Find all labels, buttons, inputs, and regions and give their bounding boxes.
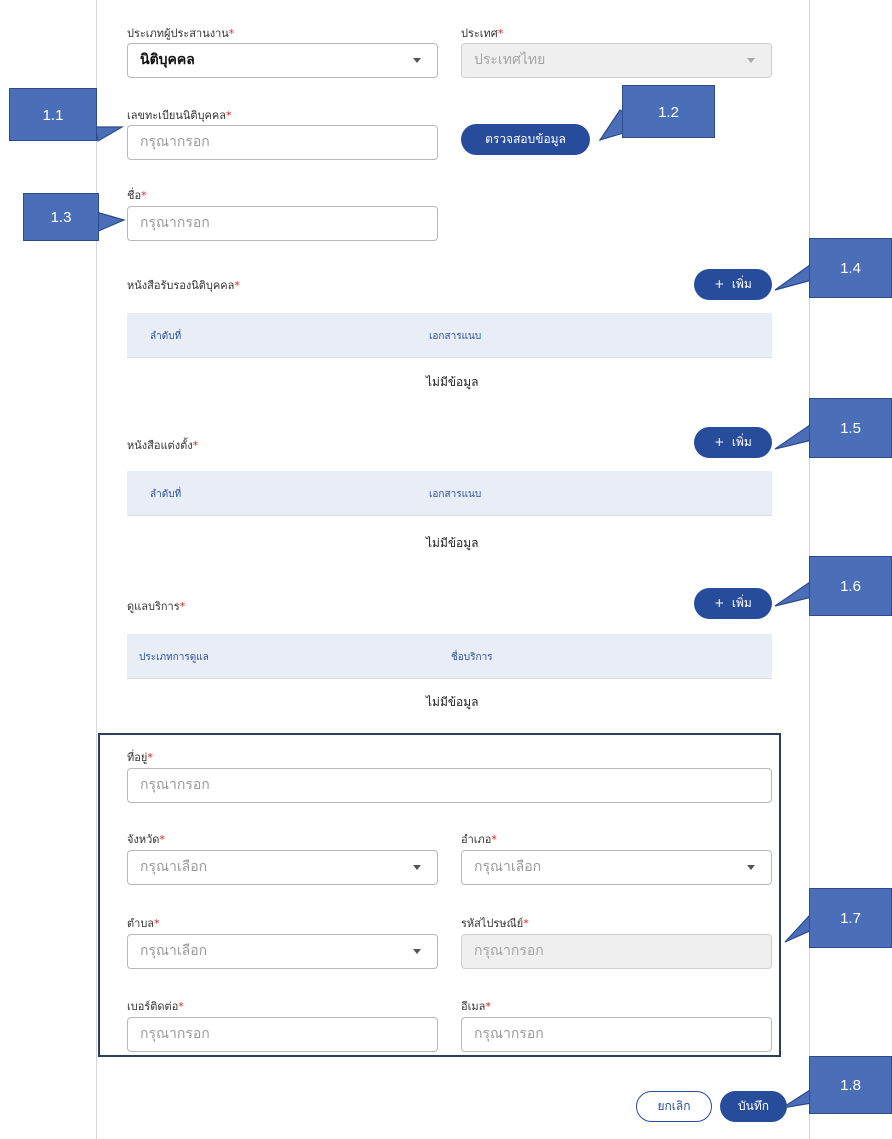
callout-arrow-1-4 — [774, 263, 813, 291]
callout-1-7: 1.7 — [809, 888, 892, 948]
callout-arrow-1-7 — [784, 913, 813, 943]
callout-1-1: 1.1 — [9, 88, 97, 141]
callout-arrow-1-1 — [94, 126, 125, 142]
callout-1-6: 1.6 — [809, 556, 892, 616]
callout-arrow-1-3 — [95, 211, 126, 233]
callout-arrows — [94, 109, 813, 1109]
callout-1-5: 1.5 — [809, 398, 892, 458]
callout-arrow-1-6 — [774, 580, 813, 607]
callout-1-3: 1.3 — [23, 193, 99, 241]
callout-arrow-1-5 — [774, 423, 813, 450]
callout-arrow-1-8 — [781, 1088, 813, 1109]
callout-1-8: 1.8 — [809, 1056, 892, 1114]
callout-1-2: 1.2 — [622, 85, 715, 138]
callout-1-4: 1.4 — [809, 238, 892, 298]
